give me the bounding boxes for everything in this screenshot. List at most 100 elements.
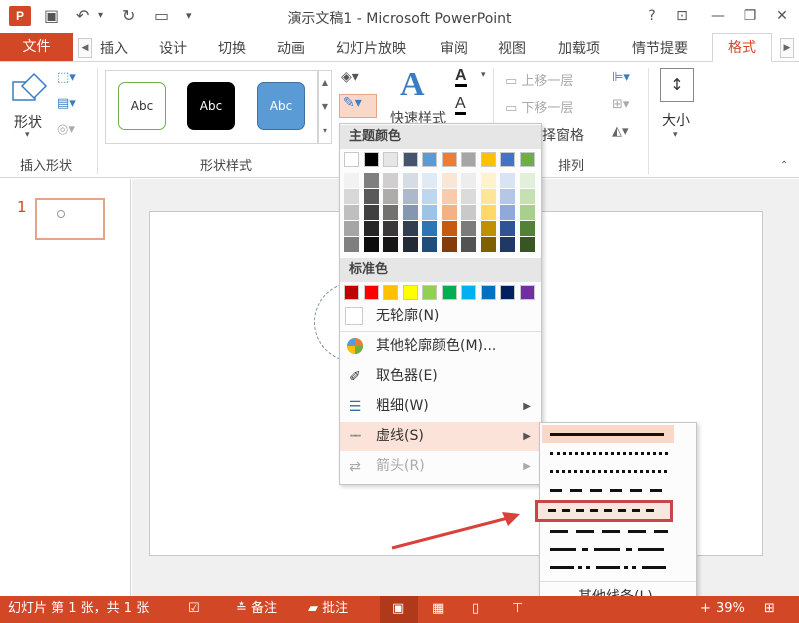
shapes-button[interactable]: 形状 <box>14 112 42 132</box>
theme-shade-swatch[interactable] <box>402 189 418 204</box>
zoom-in-icon[interactable]: + <box>700 600 711 618</box>
no-outline-item[interactable]: 无轮廓(N) <box>340 302 541 331</box>
dashes-item[interactable]: ┅┅ 虚线(S) ▶ <box>340 422 541 451</box>
help-button[interactable]: ? <box>640 6 664 26</box>
text-fill-icon[interactable]: A <box>455 68 467 87</box>
theme-shade-swatch[interactable] <box>519 173 535 188</box>
tab-file[interactable]: 文件 <box>0 33 73 61</box>
more-outline-colors-item[interactable]: 其他轮廓颜色(M)... <box>340 332 541 361</box>
shapes-icon[interactable] <box>12 70 50 106</box>
theme-shade-swatch[interactable] <box>422 205 437 220</box>
edit-shape-icon[interactable]: ⬚▾ <box>57 70 87 88</box>
tab-slideshow[interactable]: 幻灯片放映 <box>336 38 406 58</box>
shapes-dropdown-icon[interactable]: ▾ <box>25 130 30 140</box>
theme-color-swatch[interactable] <box>480 152 496 167</box>
tab-addins[interactable]: 加载项 <box>558 38 600 58</box>
theme-shade-swatch[interactable] <box>500 237 515 252</box>
merge-shapes-icon[interactable]: ◎▾ <box>57 122 87 140</box>
theme-shade-swatch[interactable] <box>363 237 379 252</box>
standard-color-swatch[interactable] <box>480 285 496 300</box>
standard-color-swatch[interactable] <box>461 285 476 300</box>
shape-style-1[interactable]: Abc <box>118 82 166 130</box>
selection-pane-button[interactable]: 择窗格 <box>542 125 584 145</box>
send-backward-button[interactable]: ▭ 下移一层 <box>505 97 573 116</box>
theme-shade-swatch[interactable] <box>383 189 398 204</box>
normal-view-button[interactable]: ▣ <box>380 596 418 623</box>
size-dropdown-icon[interactable]: ▾ <box>673 130 678 140</box>
standard-color-swatch[interactable] <box>383 285 398 300</box>
theme-shade-swatch[interactable] <box>344 205 359 220</box>
theme-shade-swatch[interactable] <box>344 221 359 236</box>
theme-shade-swatch[interactable] <box>480 221 496 236</box>
theme-shade-swatch[interactable] <box>402 173 418 188</box>
theme-color-swatch[interactable] <box>461 152 476 167</box>
minimize-button[interactable]: — <box>706 6 730 26</box>
theme-shade-swatch[interactable] <box>461 189 476 204</box>
shape-fill-icon[interactable]: ◈▾ <box>341 69 359 85</box>
theme-color-swatch[interactable] <box>402 152 418 167</box>
theme-shade-swatch[interactable] <box>519 189 535 204</box>
theme-shade-swatch[interactable] <box>363 173 379 188</box>
theme-shade-swatch[interactable] <box>441 205 457 220</box>
standard-color-swatch[interactable] <box>500 285 515 300</box>
tab-format[interactable]: 格式 <box>712 33 772 63</box>
theme-shade-swatch[interactable] <box>480 173 496 188</box>
theme-shade-swatch[interactable] <box>500 189 515 204</box>
theme-shade-swatch[interactable] <box>461 221 476 236</box>
theme-shade-swatch[interactable] <box>344 173 359 188</box>
theme-shade-swatch[interactable] <box>480 237 496 252</box>
theme-color-swatch[interactable] <box>441 152 457 167</box>
tab-transitions[interactable]: 切换 <box>218 38 246 58</box>
theme-shade-swatch[interactable] <box>363 205 379 220</box>
collapse-ribbon-icon[interactable]: ⌃ <box>780 160 788 171</box>
tab-insert[interactable]: 插入 <box>100 38 128 58</box>
theme-shade-swatch[interactable] <box>519 205 535 220</box>
theme-color-swatch[interactable] <box>422 152 437 167</box>
theme-color-swatch[interactable] <box>519 152 535 167</box>
comments-button[interactable]: ▰ 批注 <box>308 600 348 618</box>
gallery-scroll[interactable]: ▲ ▼ ▾ <box>318 70 332 144</box>
theme-shade-swatch[interactable] <box>383 173 398 188</box>
shape-outline-button[interactable]: ✎▾ <box>339 94 377 118</box>
theme-shade-swatch[interactable] <box>383 205 398 220</box>
text-fill-dropdown-icon[interactable]: ▾ <box>481 70 486 80</box>
theme-shade-swatch[interactable] <box>383 221 398 236</box>
theme-shade-swatch[interactable] <box>500 221 515 236</box>
theme-shade-swatch[interactable] <box>422 237 437 252</box>
eyedropper-item[interactable]: ✐ 取色器(E) <box>340 362 541 391</box>
weight-item[interactable]: ☰ 粗细(W) ▶ <box>340 392 541 421</box>
ribbon-display-options-icon[interactable]: ⊡ <box>670 6 694 26</box>
theme-color-swatch[interactable] <box>500 152 515 167</box>
theme-shade-swatch[interactable] <box>363 221 379 236</box>
tab-scroll-right-icon[interactable]: ▶ <box>780 38 794 58</box>
shape-style-2[interactable]: Abc <box>187 82 235 130</box>
dash-option-long-dash-highlighted[interactable] <box>535 500 673 522</box>
theme-shade-swatch[interactable] <box>500 205 515 220</box>
restore-button[interactable]: ❐ <box>738 6 762 26</box>
theme-shade-swatch[interactable] <box>344 237 359 252</box>
theme-shade-swatch[interactable] <box>441 221 457 236</box>
theme-shade-swatch[interactable] <box>461 237 476 252</box>
tab-review[interactable]: 审阅 <box>440 38 468 58</box>
theme-color-swatch[interactable] <box>344 152 359 167</box>
theme-shade-swatch[interactable] <box>519 221 535 236</box>
tab-design[interactable]: 设计 <box>159 38 187 58</box>
size-icon[interactable]: ↕ <box>660 68 694 102</box>
theme-shade-swatch[interactable] <box>500 173 515 188</box>
theme-shade-swatch[interactable] <box>461 205 476 220</box>
dash-option-long-dash[interactable] <box>542 523 694 541</box>
dash-option-square-dot[interactable] <box>542 463 694 481</box>
slide-thumbnail[interactable] <box>35 198 105 240</box>
standard-color-swatch[interactable] <box>441 285 457 300</box>
arrows-item[interactable]: ⇄ 箭头(R) ▶ <box>340 452 541 481</box>
theme-color-swatch[interactable] <box>383 152 398 167</box>
tab-scroll-left-icon[interactable]: ◀ <box>78 38 92 58</box>
reading-view-icon[interactable]: ▯ <box>472 600 479 618</box>
tab-view[interactable]: 视图 <box>498 38 526 58</box>
fit-to-window-icon[interactable]: ⊞ <box>764 600 775 618</box>
dash-option-long-dash-dot[interactable] <box>542 541 694 559</box>
shape-style-3[interactable]: Abc <box>257 82 305 130</box>
theme-shade-swatch[interactable] <box>402 205 418 220</box>
standard-color-swatch[interactable] <box>344 285 359 300</box>
theme-shade-swatch[interactable] <box>441 237 457 252</box>
